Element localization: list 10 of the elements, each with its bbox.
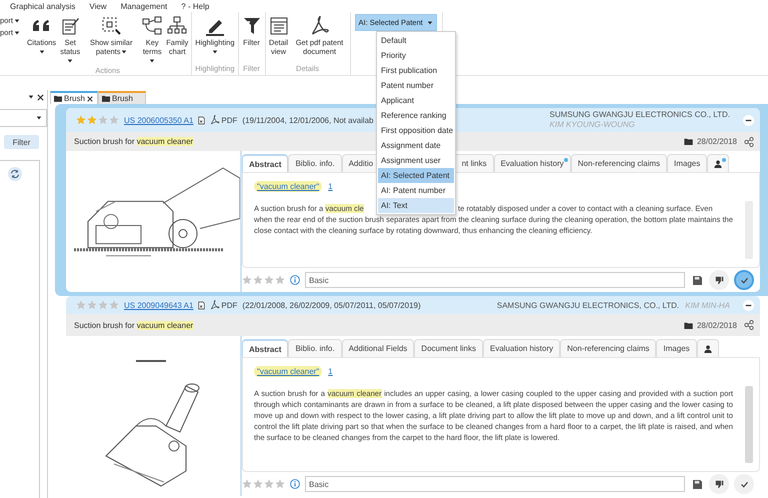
inventor-text: KIM KYOUNG-WOUNG: [550, 120, 636, 130]
date-text: 28/02/2018: [696, 320, 737, 330]
applicant-text: SAMSUNG GWANGJU ELECTRONICS, CO., LTD.: [496, 300, 680, 310]
inventor-text: KIM MIN-HA: [685, 300, 730, 310]
date-text: 28/02/2018: [696, 137, 737, 146]
dates-text: (19/11/2004, 12/01/2006, Not availab: [242, 116, 374, 124]
applicant-text: SUMSUNG GWANGJU ELECTRONICS CO., LTD.: [550, 110, 730, 120]
dates-text: (22/01/2008, 26/02/2009, 05/07/2011, 05/07/2019): [242, 300, 421, 310]
patent-title: Suction brush for vacuum cleaner: [74, 320, 194, 330]
patent-title: Suction brush for vacuum cleaner: [74, 137, 194, 146]
